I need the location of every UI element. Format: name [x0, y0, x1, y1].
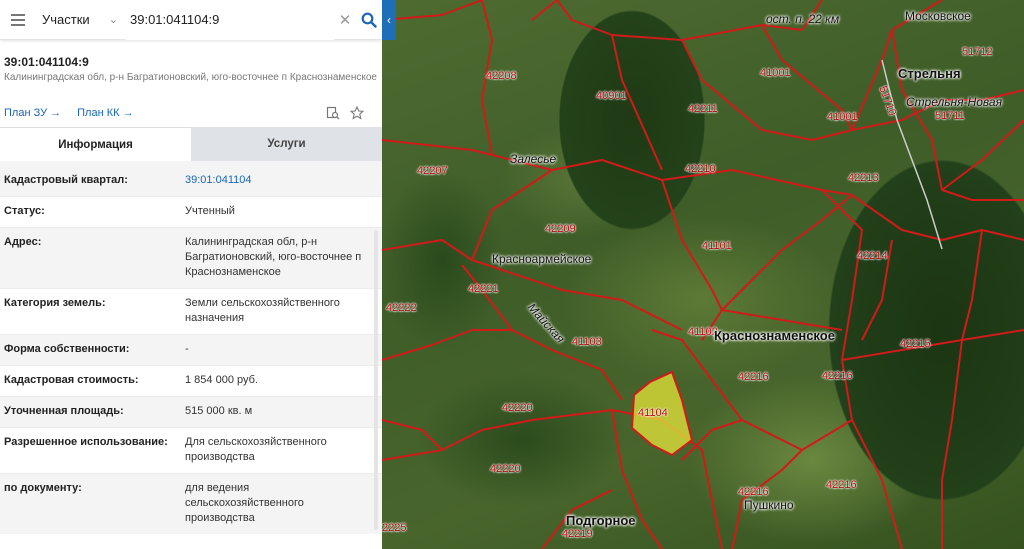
plan-zu-link[interactable]: План ЗУ → — [4, 107, 61, 119]
tabs: Информация Услуги — [0, 127, 382, 161]
place-label: Подгорное — [566, 513, 636, 528]
highlighted-quarter-label: 41104 — [638, 407, 668, 419]
cadastral-quarter-link[interactable]: 39:01:041104 — [185, 173, 378, 188]
search-scope-select[interactable]: Участки ⌄ — [36, 12, 126, 27]
quarter-label: 51712 — [962, 46, 993, 58]
quarter-label: 42208 — [486, 70, 517, 82]
property-value: Учтенный — [185, 205, 235, 217]
property-row: Разрешенное использование: Для сельскохо… — [0, 428, 382, 474]
quarter-label: 42216 — [738, 486, 769, 498]
tab-services[interactable]: Услуги — [191, 127, 382, 161]
tools — [326, 106, 378, 120]
place-label: Стрельня — [898, 66, 961, 81]
search-icon — [361, 12, 377, 28]
quarter-label: 42213 — [848, 172, 879, 184]
boundaries-layer — [382, 0, 1024, 549]
object-address: Калининградская обл, р-н Багратионовский… — [4, 72, 377, 83]
quarter-label: 42215 — [900, 338, 931, 350]
property-value: 1 854 000 руб. — [185, 374, 258, 386]
quarter-label: 42221 — [468, 283, 499, 295]
quarter-label: 42222 — [386, 302, 417, 314]
quarter-label: 42216 — [826, 479, 857, 491]
property-key: Кадастровая стоимость: — [4, 374, 139, 386]
quarter-label: 42209 — [545, 223, 576, 235]
property-value: Для сельскохозяйственного производства — [185, 436, 327, 463]
tab-info[interactable]: Информация — [0, 127, 191, 161]
property-value: для ведения сельскохозяйственного произв… — [185, 482, 304, 524]
property-key: Категория земель: — [4, 297, 106, 309]
property-key: Кадастровый квартал: — [4, 174, 128, 186]
property-value: - — [185, 343, 189, 355]
quarter-label: 41101 — [702, 240, 732, 252]
place-label: Пушкино — [744, 498, 794, 512]
property-key: Адрес: — [4, 236, 42, 248]
search-button[interactable] — [356, 0, 382, 40]
quarter-label: 2225 — [382, 522, 407, 534]
property-value: 515 000 кв. м — [185, 405, 253, 417]
property-row: Кадастровый квартал: 39:01:041104 — [0, 161, 382, 197]
search-input[interactable] — [126, 0, 334, 40]
quarter-label: 42207 — [417, 165, 448, 177]
place-label: Красноармейское — [492, 252, 592, 266]
place-label: Краснознаменское — [714, 328, 835, 343]
property-row: по документу: для ведения сельскохозяйст… — [0, 474, 382, 534]
place-label: ост. п. 22 км — [766, 12, 840, 26]
property-value: Земли сельскохозяйственного назначения — [185, 297, 340, 324]
search-scope-label: Участки — [42, 12, 90, 27]
quarter-label: 42211 — [688, 103, 718, 115]
property-key: Форма собственности: — [4, 343, 130, 355]
menu-icon[interactable] — [0, 0, 36, 40]
quarter-label: 42214 — [857, 250, 888, 262]
property-key: по документу: — [4, 482, 82, 494]
place-label: Стрельня-Новая — [906, 95, 1002, 109]
property-row: Статус: Учтенный — [0, 197, 382, 228]
search-bar: Участки ⌄ ✕ — [0, 0, 382, 40]
document-search-icon[interactable] — [326, 106, 340, 120]
chevron-down-icon: ⌄ — [108, 14, 118, 26]
quarter-label: 41001 — [760, 67, 791, 79]
quarter-label: 42220 — [502, 402, 533, 414]
quarter-label: 42220 — [490, 463, 521, 475]
close-icon[interactable]: ✕ — [334, 11, 356, 29]
star-icon[interactable] — [350, 106, 364, 120]
collapse-panel-button[interactable]: ‹ — [382, 0, 396, 40]
properties-list: Кадастровый квартал: 39:01:041104 Статус… — [0, 161, 382, 534]
object-header: 39:01:041104:9 Калининградская обл, р-н … — [0, 40, 382, 84]
plan-links: План ЗУ → План КК → — [0, 105, 382, 121]
scrollbar[interactable] — [374, 230, 378, 530]
property-row: Кадастровая стоимость: 1 854 000 руб. — [0, 366, 382, 397]
place-label: Залесье — [510, 152, 557, 166]
info-panel: Участки ⌄ ✕ 39:01:041104:9 Калининградск… — [0, 0, 382, 549]
property-key: Статус: — [4, 205, 45, 217]
object-title: 39:01:041104:9 — [4, 55, 89, 69]
quarter-label: 51711 — [935, 110, 965, 122]
property-row: Категория земель: Земли сельскохозяйстве… — [0, 289, 382, 335]
cadastral-map[interactable]: 42208 40901 41001 42211 41001 51712 5171… — [382, 0, 1024, 549]
quarter-label: 42216 — [822, 370, 853, 382]
property-row: Форма собственности: - — [0, 335, 382, 366]
plan-kk-link[interactable]: План КК → — [77, 107, 133, 119]
property-row: Адрес: Калининградская обл, р-н Багратио… — [0, 228, 382, 289]
quarter-label: 41103 — [572, 336, 602, 348]
property-value: Калининградская обл, р-н Багратионовский… — [185, 236, 362, 278]
property-row: Уточненная площадь: 515 000 кв. м — [0, 397, 382, 428]
quarter-label: 42219 — [562, 528, 593, 540]
chevron-left-icon: ‹ — [387, 13, 391, 27]
quarter-label: 40901 — [596, 90, 627, 102]
quarter-label: 41001 — [827, 111, 858, 123]
property-key: Разрешенное использование: — [4, 436, 168, 448]
quarter-label: 42216 — [738, 371, 769, 383]
quarter-label: 42210 — [685, 163, 716, 175]
place-label: Московское — [905, 9, 971, 23]
property-key: Уточненная площадь: — [4, 405, 124, 417]
